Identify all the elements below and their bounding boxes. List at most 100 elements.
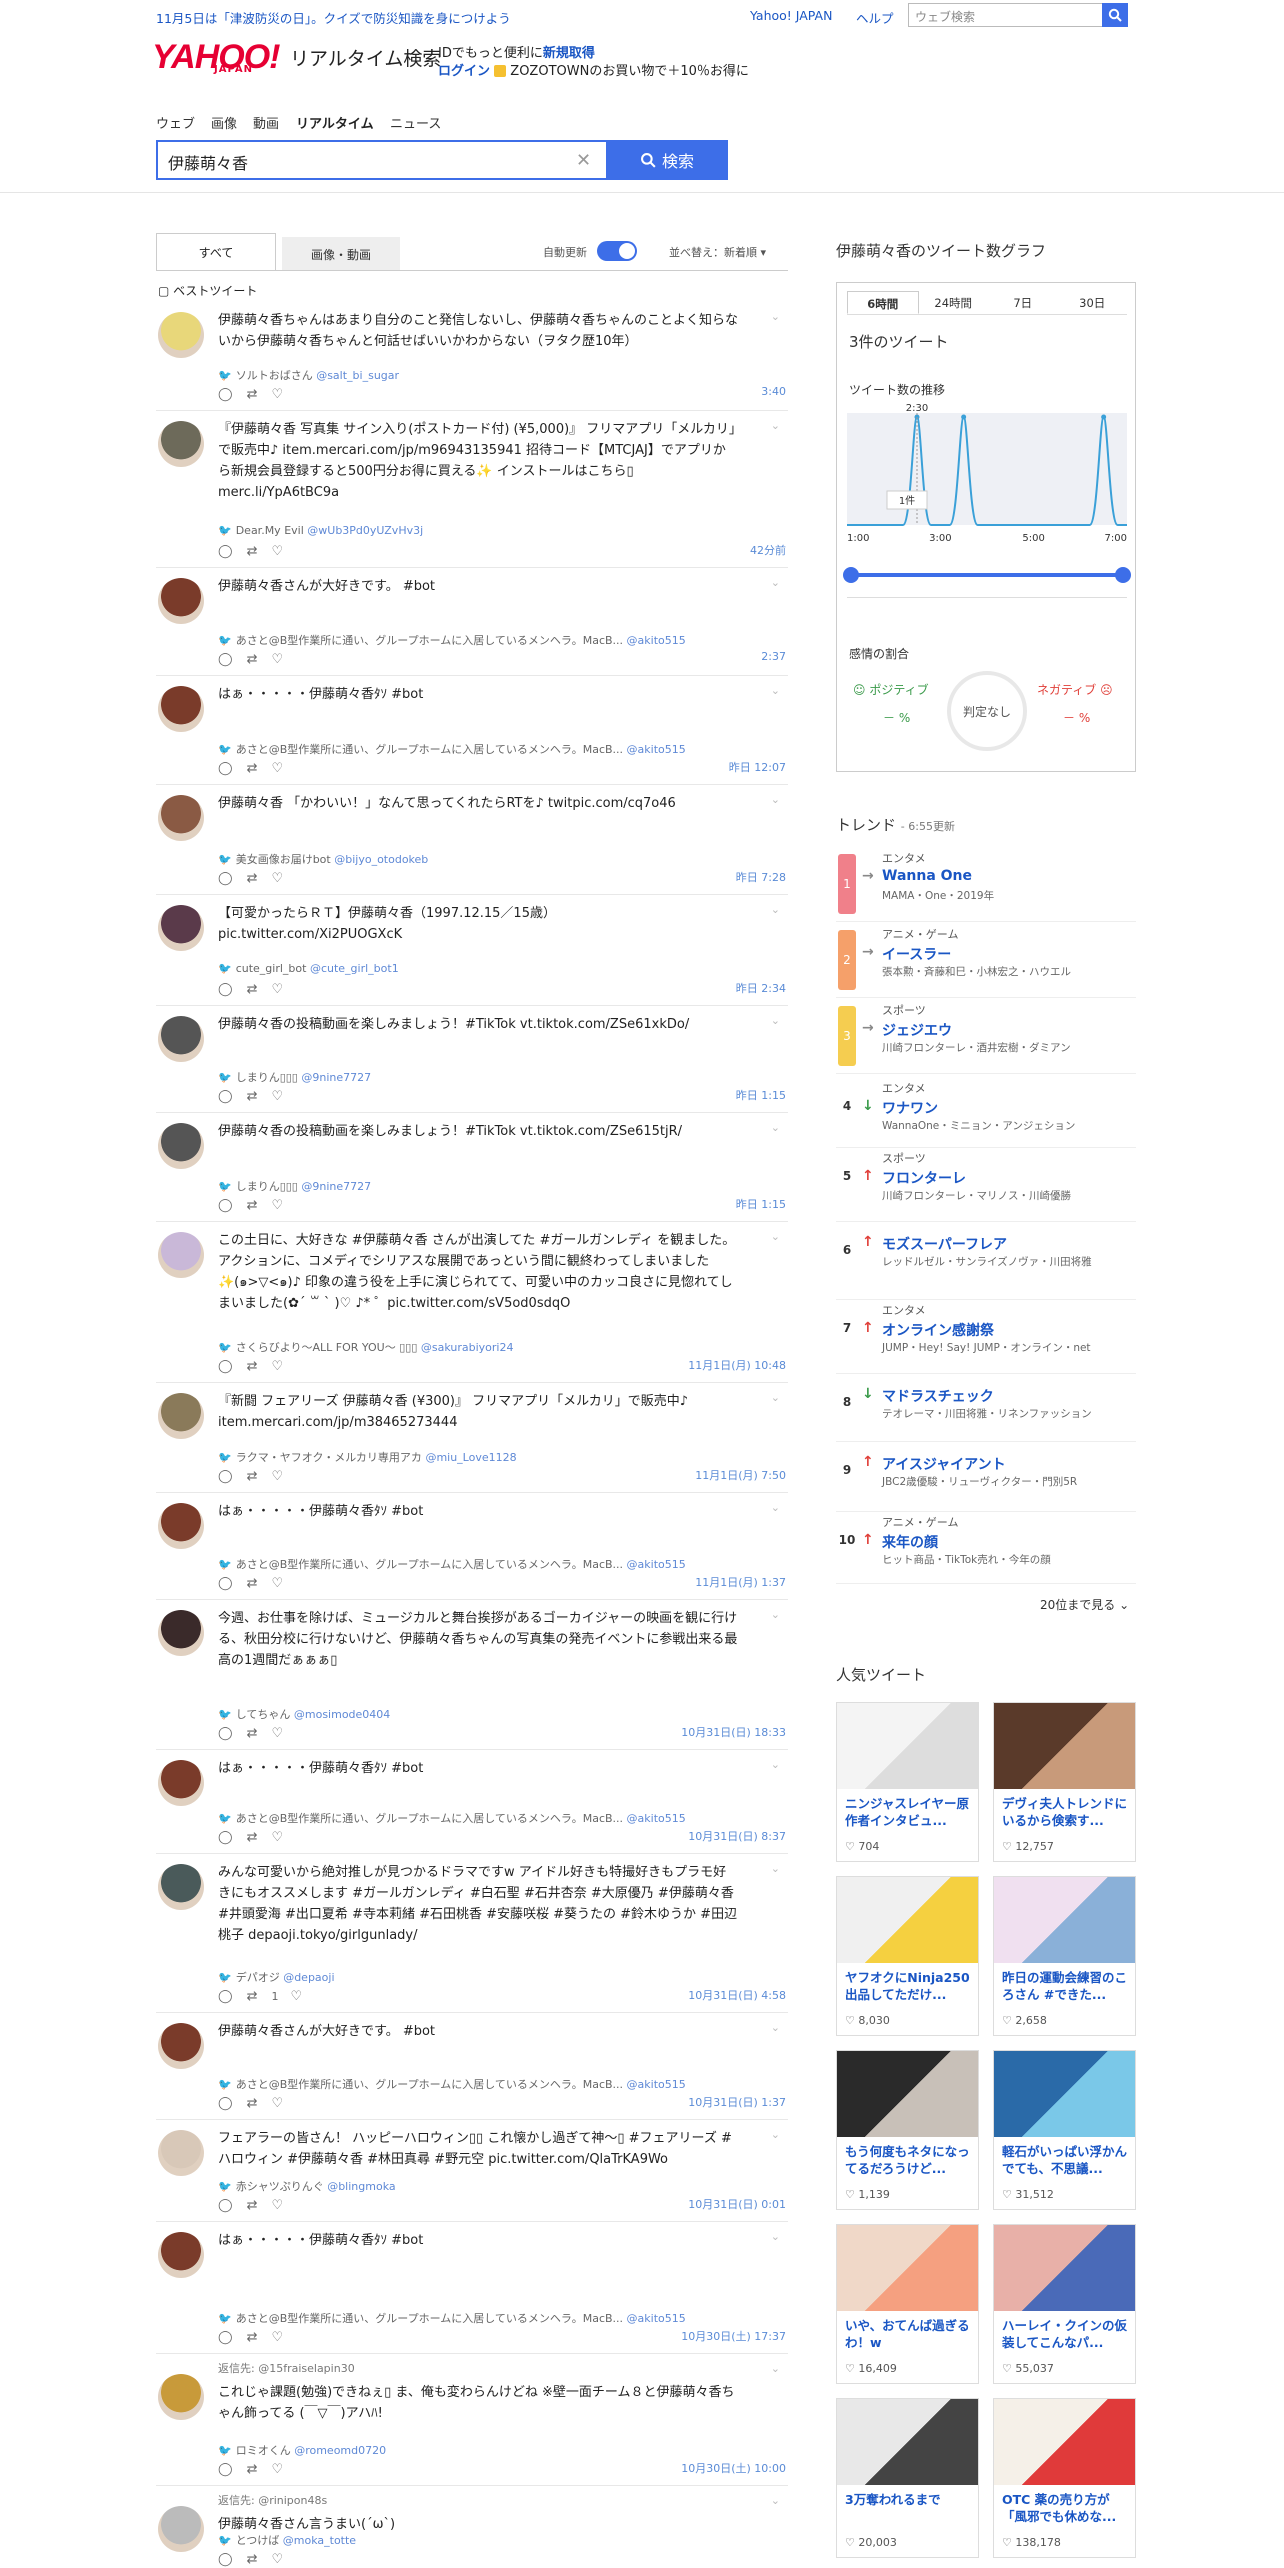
reply-icon[interactable]: ◯	[218, 1989, 247, 2004]
trend-name[interactable]: フロンターレ	[882, 1168, 966, 1188]
avatar[interactable]	[158, 1503, 204, 1549]
graph-tab-24h[interactable]: 24時間	[919, 291, 989, 314]
like-icon[interactable]: ♡	[271, 2096, 297, 2111]
retweet-icon[interactable]: ⇄	[247, 387, 272, 402]
avatar[interactable]	[158, 1864, 204, 1910]
trend-name[interactable]: 来年の顔	[882, 1532, 938, 1552]
like-icon[interactable]: ♡	[271, 1089, 297, 1104]
tweet-user[interactable]: 🐦 ラクマ・ヤフオク・メルカリ専用アカ @miu_Love1128	[218, 1449, 738, 1465]
retweet-icon[interactable]: ⇄	[247, 2330, 272, 2345]
nav-news[interactable]: ニュース	[390, 113, 441, 132]
tab-all[interactable]: すべて	[156, 233, 276, 271]
tweet-time[interactable]: 10月30日(土) 17:37	[681, 2328, 786, 2344]
nav-image[interactable]: 画像	[211, 113, 237, 132]
zozo-promo-text[interactable]: ZOZOTOWNのお買い物で＋10％お得に	[510, 64, 749, 79]
web-search-input[interactable]: ウェブ検索	[908, 3, 1103, 27]
tweet-time[interactable]: 昨日 1:15	[736, 1196, 786, 1212]
tweet-time[interactable]: 11月1日(月) 10:48	[688, 1357, 786, 1373]
tweet-user[interactable]: 🐦 しまりん▯▯▯ @9nine7727	[218, 1069, 738, 1085]
like-icon[interactable]: ♡	[271, 1726, 297, 1741]
popular-tweet-card[interactable]: 昨日の運動会練習のころさん #できた... ♡ 2,658	[993, 1876, 1136, 2036]
avatar[interactable]	[158, 312, 204, 358]
reply-icon[interactable]: ◯	[218, 1830, 247, 1845]
main-search-button[interactable]: 検索	[606, 140, 728, 180]
tweet-user[interactable]: 🐦 美女画像お届けbot @bijyo_otodokeb	[218, 851, 738, 867]
chevron-down-icon[interactable]: ⌄	[771, 2230, 780, 2243]
chevron-down-icon[interactable]: ⌄	[771, 1501, 780, 1514]
retweet-icon[interactable]: ⇄	[247, 1469, 272, 1484]
chevron-down-icon[interactable]: ⌄	[771, 1014, 780, 1027]
trend-item[interactable]: 1 → エンタメ Wanna One MAMA・One・2019年	[836, 848, 1136, 922]
reply-icon[interactable]: ◯	[218, 1726, 247, 1741]
tweet-time[interactable]: 42分前	[750, 542, 786, 558]
like-icon[interactable]: ♡	[271, 761, 297, 776]
chevron-down-icon[interactable]: ⌄	[771, 2362, 780, 2375]
chevron-down-icon[interactable]: ⌄	[771, 793, 780, 806]
popular-tweet-card[interactable]: ハーレイ・クインの仮装してこんなパ... ♡ 55,037	[993, 2224, 1136, 2384]
tweet-user[interactable]: 🐦 あさと@B型作業所に通い、グループホームに入居しているメンヘラ。MacB...…	[218, 741, 738, 757]
avatar[interactable]	[158, 1123, 204, 1169]
popular-tweet-card[interactable]: 3万奪われるまで ♡ 20,003	[836, 2398, 979, 2558]
tweet-time[interactable]: 10月31日(日) 1:37	[688, 2094, 786, 2110]
avatar[interactable]	[158, 2374, 204, 2420]
retweet-icon[interactable]: ⇄	[247, 1198, 272, 1213]
popular-tweet-card[interactable]: デヴィ夫人トレンドにいるから倹索す... ♡ 12,757	[993, 1702, 1136, 1862]
avatar[interactable]	[158, 2506, 204, 2552]
help-link[interactable]: ヘルプ	[856, 8, 894, 27]
reply-icon[interactable]: ◯	[218, 2462, 247, 2477]
tweet-time[interactable]: 10月31日(日) 18:33	[681, 1724, 786, 1740]
graph-tab-6h[interactable]: 6時間	[847, 291, 919, 314]
web-search-button[interactable]	[1102, 3, 1128, 27]
popular-tweet-card[interactable]: もう何度もネタになってるだろうけど... ♡ 1,139	[836, 2050, 979, 2210]
retweet-icon[interactable]: ⇄	[247, 2096, 272, 2111]
trend-item[interactable]: 6 ↑ モズスーパーフレア レッドルゼル・サンライズノヴァ・川田将雅	[836, 1222, 1136, 1300]
retweet-icon[interactable]: ⇄	[247, 2462, 272, 2477]
chevron-down-icon[interactable]: ⌄	[771, 419, 780, 432]
tweet-user[interactable]: 🐦 あさと@B型作業所に通い、グループホームに入居しているメンヘラ。MacB...…	[218, 1810, 738, 1826]
avatar[interactable]	[158, 578, 204, 624]
retweet-icon[interactable]: ⇄	[247, 1089, 272, 1104]
retweet-icon[interactable]: ⇄	[247, 2552, 272, 2567]
popular-tweet-card[interactable]: いや、おてんば過ぎるわ！w ♡ 16,409	[836, 2224, 979, 2384]
range-slider-right-handle[interactable]	[1115, 567, 1131, 583]
chevron-down-icon[interactable]: ⌄	[771, 1121, 780, 1134]
tweet-time[interactable]: 11月1日(月) 1:37	[695, 1574, 786, 1590]
tweet-user[interactable]: 🐦 あさと@B型作業所に通い、グループホームに入居しているメンヘラ。MacB...…	[218, 2310, 738, 2326]
nav-web[interactable]: ウェブ	[156, 113, 195, 132]
chevron-down-icon[interactable]: ⌄	[771, 1391, 780, 1404]
login-link[interactable]: ログイン	[438, 64, 490, 79]
tweet-time[interactable]: 10月31日(日) 0:01	[688, 2196, 786, 2212]
avatar[interactable]	[158, 1610, 204, 1656]
retweet-icon[interactable]: ⇄	[247, 982, 272, 997]
reply-icon[interactable]: ◯	[218, 387, 247, 402]
trend-name[interactable]: マドラスチェック	[882, 1386, 994, 1406]
like-icon[interactable]: ♡	[271, 2198, 297, 2213]
trend-item[interactable]: 2 → アニメ・ゲーム イースラー 張本勲・斉藤和巳・小林宏之・ハウエル	[836, 924, 1136, 998]
like-icon[interactable]: ♡	[271, 387, 297, 402]
reply-icon[interactable]: ◯	[218, 1576, 247, 1591]
notice-link[interactable]: 11月5日は「津波防災の日」。クイズで防災知識を身につけよう	[156, 8, 511, 27]
tab-media[interactable]: 画像・動画	[282, 237, 400, 271]
tweet-user[interactable]: 🐦 cute_girl_bot @cute_girl_bot1	[218, 962, 738, 975]
tweet-time[interactable]: 10月31日(日) 4:58	[688, 1987, 786, 2003]
auto-update-toggle[interactable]	[597, 241, 637, 261]
yahoo-japan-link[interactable]: Yahoo! JAPAN	[750, 8, 832, 23]
reply-to-label[interactable]: 返信先: @rinipon48s	[218, 2492, 327, 2508]
avatar[interactable]	[158, 421, 204, 467]
retweet-icon[interactable]: ⇄	[247, 544, 272, 559]
popular-tweet-card[interactable]: ヤフオクにNinja250出品してただけ... ♡ 8,030	[836, 1876, 979, 2036]
nav-video[interactable]: 動画	[253, 113, 279, 132]
trend-item[interactable]: 3 → スポーツ ジェジエウ 川崎フロンターレ・酒井宏樹・ダミアン	[836, 1000, 1136, 1074]
trend-item[interactable]: 8 ↓ マドラスチェック テオレーマ・川田将雅・リネンファッション	[836, 1374, 1136, 1442]
graph-tab-7d[interactable]: 7日	[988, 291, 1058, 314]
register-link[interactable]: 新規取得	[543, 46, 595, 61]
popular-tweet-card[interactable]: ニンジャスレイヤー原作者インタビュ... ♡ 704	[836, 1702, 979, 1862]
reply-icon[interactable]: ◯	[218, 2330, 247, 2345]
avatar[interactable]	[158, 1393, 204, 1439]
nav-realtime[interactable]: リアルタイム	[296, 113, 374, 132]
avatar[interactable]	[158, 905, 204, 951]
reply-icon[interactable]: ◯	[218, 1089, 247, 1104]
like-icon[interactable]: ♡	[271, 2330, 297, 2345]
chevron-down-icon[interactable]: ⌄	[771, 2021, 780, 2034]
sort-dropdown[interactable]: 並べ替え：新着順 ▾	[669, 244, 766, 260]
